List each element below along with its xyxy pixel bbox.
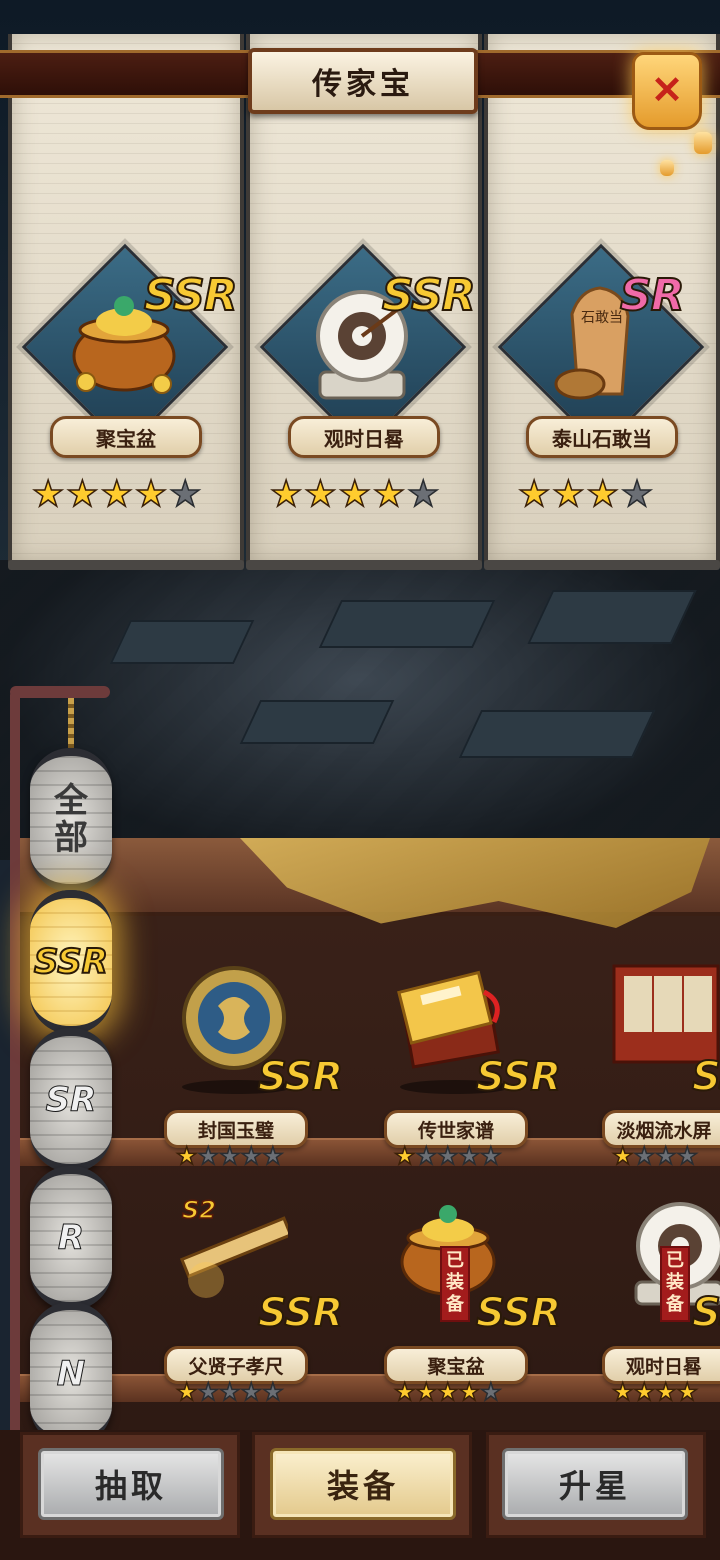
star-rating: ★ ★ ★ ★ ★ — [31, 473, 202, 516]
star-rating: ★ ★ ★ ★ ★ — [393, 1141, 502, 1171]
item-name: 聚宝盆 — [50, 416, 202, 458]
star-icon: ★ — [415, 1377, 438, 1407]
star-icon: ★ — [633, 1377, 656, 1407]
rarity-badge: SSR — [475, 1053, 562, 1101]
lantern-chain — [68, 698, 74, 748]
star-icon: ★ — [676, 1377, 699, 1407]
star-icon: ★ — [654, 1377, 677, 1407]
lantern-pole-arm — [10, 686, 110, 698]
star-rating: ★ ★ ★ ★ — [517, 473, 654, 516]
star-icon: ★ — [517, 473, 551, 516]
star-empty-icon: ★ — [218, 1141, 241, 1171]
star-empty-icon: ★ — [168, 473, 202, 516]
star-icon: ★ — [458, 1377, 481, 1407]
item-name: 泰山石敢当 — [526, 416, 678, 458]
star-empty-icon: ★ — [218, 1377, 241, 1407]
star-empty-icon: ★ — [676, 1141, 699, 1171]
star-icon: ★ — [611, 1377, 634, 1407]
star-empty-icon: ★ — [633, 1141, 656, 1171]
star-icon: ★ — [372, 473, 406, 516]
star-empty-icon: ★ — [415, 1141, 438, 1171]
star-empty-icon: ★ — [479, 1377, 502, 1407]
star-empty-icon: ★ — [654, 1141, 677, 1171]
filter-n[interactable]: N — [30, 1302, 112, 1446]
star-icon: ★ — [269, 473, 303, 516]
equip-button[interactable]: 装备 — [270, 1448, 456, 1520]
equipped-tag: 已装备 — [440, 1246, 470, 1322]
rarity-badge: SSR — [691, 1289, 720, 1337]
page-title: 传家宝 — [248, 48, 478, 114]
lantern-decoration-icon — [660, 160, 674, 176]
filter-ssr[interactable]: SSR — [30, 890, 112, 1034]
star-icon: ★ — [31, 473, 65, 516]
rarity-badge: SR — [619, 269, 686, 322]
filter-label: N — [56, 1354, 86, 1395]
star-icon: ★ — [586, 473, 620, 516]
star-icon: ★ — [66, 473, 100, 516]
star-empty-icon: ★ — [261, 1141, 284, 1171]
star-rating: ★ ★ ★ ★ — [611, 1377, 699, 1407]
star-empty-icon: ★ — [458, 1141, 481, 1171]
star-rating: ★ ★ ★ ★ ★ — [269, 473, 440, 516]
star-icon: ★ — [436, 1377, 459, 1407]
rarity-badge: SSR — [143, 269, 239, 322]
rarity-badge: SSR — [381, 269, 477, 322]
rarity-badge: SSR — [691, 1053, 720, 1101]
filter-all[interactable]: 全部 — [30, 748, 112, 892]
star-rating: ★ ★ ★ ★ — [611, 1141, 699, 1171]
star-rating: ★ ★ ★ ★ ★ — [393, 1377, 502, 1407]
star-empty-icon: ★ — [436, 1141, 459, 1171]
rarity-badge: SSR — [257, 1289, 344, 1337]
star-empty-icon: ★ — [620, 473, 654, 516]
star-empty-icon: ★ — [406, 473, 440, 516]
star-empty-icon: ★ — [479, 1141, 502, 1171]
star-icon: ★ — [175, 1377, 198, 1407]
star-icon: ★ — [338, 473, 372, 516]
filter-label: R — [57, 1218, 85, 1259]
svg-text:石敢当: 石敢当 — [581, 310, 623, 326]
filter-sr[interactable]: SR — [30, 1028, 112, 1172]
star-icon: ★ — [100, 473, 134, 516]
star-icon: ★ — [393, 1141, 416, 1171]
star-icon: ★ — [611, 1141, 634, 1171]
item-name: 观时日晷 — [288, 416, 440, 458]
star-icon: ★ — [175, 1141, 198, 1171]
filter-r[interactable]: R — [30, 1166, 112, 1310]
featured-card-1[interactable]: SSR 聚宝盆 ★ ★ ★ ★ ★ — [8, 34, 244, 570]
star-icon: ★ — [134, 473, 168, 516]
star-empty-icon: ★ — [240, 1141, 263, 1171]
upgrade-star-button[interactable]: 升星 — [502, 1448, 688, 1520]
star-rating: ★ ★ ★ ★ ★ — [175, 1141, 284, 1171]
star-icon: ★ — [304, 473, 338, 516]
equipped-tag: 已装备 — [660, 1246, 690, 1322]
star-empty-icon: ★ — [240, 1377, 263, 1407]
rarity-badge: SSR — [475, 1289, 562, 1337]
star-rating: ★ ★ ★ ★ ★ — [175, 1377, 284, 1407]
rarity-badge: SSR — [257, 1053, 344, 1101]
star-empty-icon: ★ — [197, 1377, 220, 1407]
close-lantern-icon[interactable]: ✕ — [632, 52, 702, 130]
star-empty-icon: ★ — [261, 1377, 284, 1407]
filter-label: 全部 — [54, 780, 88, 858]
star-empty-icon: ★ — [197, 1141, 220, 1171]
filter-label: SR — [45, 1080, 97, 1121]
filter-label: SSR — [33, 941, 109, 983]
lantern-decoration-icon — [694, 132, 712, 154]
draw-button[interactable]: 抽取 — [38, 1448, 224, 1520]
star-icon: ★ — [393, 1377, 416, 1407]
game-screen: SSR 聚宝盆 ★ ★ ★ ★ ★ SSR 观时日晷 ★ ★ ★ ★ ★ 石敢当 SR 泰山石 — [0, 0, 720, 1560]
level-badge: S2 — [181, 1195, 216, 1225]
star-icon: ★ — [552, 473, 586, 516]
